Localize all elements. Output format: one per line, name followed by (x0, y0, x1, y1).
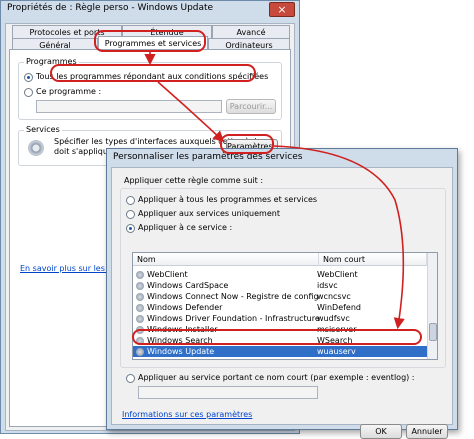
info-link[interactable]: Informations sur ces paramètres (122, 410, 252, 419)
service-icon (136, 304, 144, 312)
vertical-scrollbar[interactable] (427, 253, 437, 359)
radio-all-programs-services-label: Appliquer à tous les programmes et servi… (138, 195, 318, 204)
radio-all-programs-services[interactable] (126, 196, 135, 205)
radio-services-only-label: Appliquer aux services uniquement (138, 209, 280, 218)
list-item[interactable]: Windows Connect Now - Registre de config… (133, 291, 427, 302)
dialog-title: Personnaliser les paramètres des service… (113, 152, 303, 162)
gear-icon (28, 140, 44, 156)
browse-button[interactable]: Parcourir... (226, 99, 276, 114)
service-icon (136, 315, 144, 323)
customize-services-dialog: Personnaliser les paramètres des service… (106, 148, 458, 439)
apply-rule-label: Appliquer cette règle comme suit : (124, 176, 264, 185)
list-item[interactable]: WebClient WebClient (133, 269, 427, 280)
column-header-short-name[interactable]: Nom court (319, 253, 427, 266)
list-item[interactable]: Windows CardSpace idsvc (133, 280, 427, 291)
cancel-button[interactable]: Annuler (406, 424, 448, 439)
list-item[interactable]: Windows Driver Foundation - Infrastructu… (133, 313, 427, 324)
close-icon[interactable]: × (269, 2, 295, 17)
column-header-name[interactable]: Nom (133, 253, 319, 266)
list-item-selected[interactable]: Windows Update wuauserv (133, 346, 427, 357)
service-icon (136, 293, 144, 301)
ok-button[interactable]: OK (360, 424, 402, 439)
radio-short-name[interactable] (126, 374, 135, 383)
radio-this-program-label: Ce programme : (36, 87, 102, 96)
radio-services-only[interactable] (126, 210, 135, 219)
list-item[interactable]: Windows Defender WinDefend (133, 302, 427, 313)
dialog-client: Appliquer cette règle comme suit : Appli… (111, 167, 453, 439)
radio-all-programs[interactable] (24, 73, 33, 82)
services-group-label: Services (24, 125, 62, 134)
service-icon (136, 282, 144, 290)
annotation-settings-ring (220, 134, 274, 154)
short-name-input[interactable] (138, 386, 318, 399)
radio-this-service-label: Appliquer à ce service : (138, 223, 233, 232)
radio-short-name-label: Appliquer au service portant ce nom cour… (138, 373, 415, 382)
annotation-service-ring (132, 329, 422, 345)
annotation-radio-ring (50, 64, 256, 82)
radio-this-program[interactable] (24, 88, 33, 97)
annotation-tab-ring (94, 30, 206, 52)
service-icon (136, 271, 144, 279)
radio-this-service[interactable] (126, 224, 135, 233)
scroll-thumb[interactable] (429, 323, 437, 341)
service-icon (136, 348, 144, 356)
window-title: Propriétés de : Règle perso - Windows Up… (7, 3, 214, 13)
program-path-input[interactable] (36, 100, 222, 113)
